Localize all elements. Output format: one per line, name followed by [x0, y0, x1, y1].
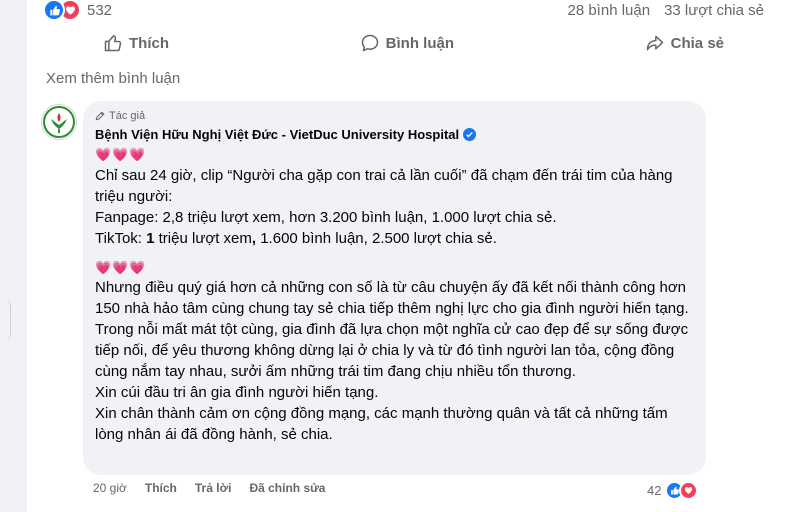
author-tag-label: Tác giả — [109, 110, 146, 122]
share-count-link[interactable]: 33 lượt chia sẻ — [664, 2, 764, 19]
comment-author-name[interactable]: Bệnh Viện Hữu Nghị Việt Đức - VietDuc Un… — [95, 127, 477, 142]
thumbs-up-icon — [104, 35, 122, 52]
edited-label[interactable]: Đã chỉnh sửa — [249, 481, 325, 495]
comment-bubble: Tác giả Bệnh Viện Hữu Nghị Việt Đức - Vi… — [83, 101, 706, 475]
comment-line: Xin cúi đầu tri ân gia đình người hiến t… — [95, 384, 379, 401]
comment-like-button[interactable]: Thích — [145, 481, 177, 495]
comment-count-link[interactable]: 28 bình luận — [567, 2, 650, 19]
comment-bubble-icon — [361, 34, 378, 52]
love-reaction-icon — [679, 481, 699, 500]
pencil-icon — [95, 111, 105, 121]
verified-badge-icon — [463, 128, 477, 141]
comment-paragraph-1: Chỉ sau 24 giờ, clip “Người cha gặp con … — [95, 165, 695, 249]
tiktok-prefix: TikTok: — [95, 230, 147, 247]
comment-reactions[interactable]: 42 — [647, 481, 699, 500]
hearts-emoji: 💗💗💗 — [95, 147, 147, 162]
author-name-text: Bệnh Viện Hữu Nghị Việt Đức - VietDuc Un… — [95, 127, 460, 142]
post-reactions-summary[interactable]: 532 — [43, 0, 113, 21]
hearts-emoji: 💗💗💗 — [95, 260, 147, 275]
post-card: 532 28 bình luận 33 lượt chia sẻ Thích B… — [27, 0, 800, 512]
comment-meta-bar: 20 giờ Thích Trả lời Đã chỉnh sửa — [93, 481, 325, 495]
comment-line: Chỉ sau 24 giờ, clip “Người cha gặp con … — [95, 167, 673, 205]
like-button[interactable]: Thích — [43, 33, 229, 53]
hospital-logo-icon — [43, 106, 75, 138]
comment-time[interactable]: 20 giờ — [93, 481, 127, 495]
comment-reply-button[interactable]: Trả lời — [195, 481, 232, 495]
comment-line: Xin chân thành cảm ơn cộng đồng mạng, cá… — [95, 405, 668, 443]
comment-paragraph-2: Nhưng điều quý giá hơn cả những con số l… — [95, 277, 695, 445]
comment-line: Fanpage: 2,8 triệu lượt xem, hơn 3.200 b… — [95, 209, 557, 226]
author-tag: Tác giả — [95, 110, 145, 122]
author-avatar[interactable] — [41, 104, 77, 140]
comment-reaction-count: 42 — [647, 483, 662, 498]
comment-button-label: Bình luận — [385, 34, 454, 52]
reaction-count: 532 — [87, 1, 113, 19]
like-button-label: Thích — [129, 34, 169, 52]
like-reaction-icon — [43, 0, 65, 21]
comment-line: Trong nỗi mất mát tột cùng, gia đình đã … — [95, 321, 689, 380]
see-more-comments-link[interactable]: Xem thêm bình luận — [46, 70, 180, 87]
comment-line: Nhưng điều quý giá hơn cả những con số l… — [95, 279, 689, 317]
comment-line-tiktok: TikTok: 1 triệu lượt xem, 1.600 bình luậ… — [95, 230, 497, 247]
left-panel-edge — [0, 300, 11, 340]
comment-button[interactable]: Bình luận — [300, 33, 514, 53]
tiktok-rest: triệu lượt xem — [154, 230, 252, 247]
share-arrow-icon — [646, 35, 663, 51]
share-button-label: Chia sẻ — [670, 34, 724, 52]
post-action-bar: Thích Bình luận Chia sẻ — [43, 26, 784, 60]
share-button[interactable]: Chia sẻ — [585, 33, 784, 53]
tiktok-tail: 1.600 bình luận, 2.500 lượt chia sẻ. — [256, 230, 497, 247]
post-stats: 28 bình luận 33 lượt chia sẻ — [567, 0, 764, 20]
